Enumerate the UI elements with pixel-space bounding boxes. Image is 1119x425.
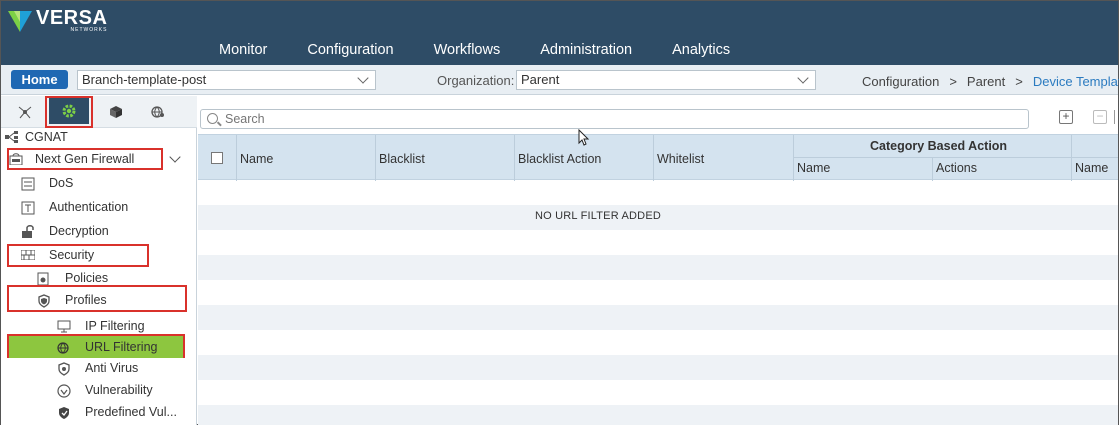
highlight-security xyxy=(7,244,149,267)
column-group-category-based-action: Category Based Action xyxy=(870,139,1008,153)
shield-icon xyxy=(57,406,71,419)
organization-label: Organization: xyxy=(437,73,515,88)
sidebar-item-label: Anti Virus xyxy=(85,361,139,375)
add-button[interactable]: + xyxy=(1059,110,1073,124)
table-row xyxy=(198,305,1118,330)
chevron-down-icon xyxy=(357,72,369,84)
sidebar-item-label: Vulnerability xyxy=(85,383,153,397)
table-row xyxy=(198,180,1118,205)
chevron-down-icon xyxy=(797,72,809,84)
highlight-profiles xyxy=(7,285,187,312)
home-button[interactable]: Home xyxy=(11,70,68,89)
dos-icon xyxy=(21,177,35,191)
cube-icon[interactable] xyxy=(104,100,128,124)
sidebar: CGNAT Next Gen Firewall DoS Authenticati… xyxy=(1,96,241,425)
column-header-blacklist[interactable]: Blacklist xyxy=(379,152,425,166)
sidebar-item-label: Policies xyxy=(65,271,109,285)
template-select[interactable]: Branch-template-post xyxy=(77,70,376,90)
toolbar-divider xyxy=(1114,110,1115,124)
sidebar-item-label: IP Filtering xyxy=(85,319,145,333)
target-icon xyxy=(57,384,71,398)
main-panel: + − Name Blacklist Blacklist Action Whit… xyxy=(198,96,1118,425)
context-bar: Home Branch-template-post Organization: … xyxy=(1,65,1119,95)
breadcrumb-device-templates[interactable]: Device Templat xyxy=(1033,74,1119,89)
nav-administration[interactable]: Administration xyxy=(520,42,652,58)
select-all-checkbox[interactable] xyxy=(211,152,223,164)
nav-monitor[interactable]: Monitor xyxy=(199,42,287,58)
table-row xyxy=(198,280,1118,305)
sidebar-item-label: DoS xyxy=(49,176,74,190)
sidebar-item-label: Authentication xyxy=(49,200,129,214)
top-header: VERSA NETWORKS Monitor Configuration Wor… xyxy=(1,1,1118,65)
auth-icon xyxy=(21,201,35,215)
globe-icon xyxy=(57,341,71,354)
organization-select-value: Parent xyxy=(521,72,560,87)
versa-logo-mark xyxy=(7,8,33,34)
breadcrumb-configuration[interactable]: Configuration xyxy=(862,74,939,89)
empty-table-message: NO URL FILTER ADDED xyxy=(534,210,662,222)
logo-text: VERSA xyxy=(36,7,108,29)
sidebar-item-cgnat[interactable]: CGNAT xyxy=(5,126,195,148)
nav-workflows[interactable]: Workflows xyxy=(414,42,521,58)
sidebar-item-label: URL Filtering xyxy=(85,340,158,354)
main-nav: Monitor Configuration Workflows Administ… xyxy=(199,42,750,58)
network-icon[interactable] xyxy=(13,100,37,124)
column-header-blacklist-action[interactable]: Blacklist Action xyxy=(518,152,601,166)
nav-configuration[interactable]: Configuration xyxy=(287,42,413,58)
column-header-category-name[interactable]: Name xyxy=(797,161,830,175)
table-row xyxy=(198,255,1118,280)
table-row xyxy=(198,230,1118,255)
highlight-next-gen-firewall xyxy=(7,148,163,170)
sidebar-item-label: CGNAT xyxy=(25,130,68,144)
template-select-value: Branch-template-post xyxy=(82,72,207,87)
table-header: Name Blacklist Blacklist Action Whitelis… xyxy=(198,134,1118,181)
breadcrumb: Configuration > Parent > Device Templat xyxy=(862,74,1119,89)
unlock-icon xyxy=(21,225,35,238)
search-box[interactable] xyxy=(200,109,1029,129)
table-row xyxy=(198,330,1118,355)
sidebar-tabs xyxy=(1,96,197,128)
table-row xyxy=(198,355,1118,380)
versa-logo: VERSA NETWORKS xyxy=(7,8,107,34)
sidebar-item-authentication[interactable]: Authentication xyxy=(21,196,213,218)
search-input[interactable] xyxy=(225,111,1015,127)
sidebar-item-decryption[interactable]: Decryption xyxy=(21,220,213,242)
organization-select[interactable]: Parent xyxy=(516,70,816,90)
network-icon xyxy=(5,131,19,143)
sidebar-item-label: Decryption xyxy=(49,224,109,238)
globe-icon[interactable] xyxy=(146,100,170,124)
monitor-icon xyxy=(57,320,71,333)
sidebar-item-url-filtering[interactable]: URL Filtering xyxy=(9,336,183,358)
shield-icon xyxy=(57,362,71,376)
remove-button[interactable]: − xyxy=(1093,110,1107,124)
column-header-whitelist[interactable]: Whitelist xyxy=(657,152,704,166)
breadcrumb-parent[interactable]: Parent xyxy=(967,74,1005,89)
table-row xyxy=(198,380,1118,405)
policy-icon xyxy=(37,272,51,286)
sidebar-item-label: Predefined Vul... xyxy=(85,405,177,419)
column-header-category-actions[interactable]: Actions xyxy=(936,161,977,175)
nav-analytics[interactable]: Analytics xyxy=(652,42,750,58)
search-icon xyxy=(207,113,218,124)
column-header-name[interactable]: Name xyxy=(240,152,273,166)
sidebar-item-dos[interactable]: DoS xyxy=(21,172,213,194)
highlight-gear-tab xyxy=(45,96,93,128)
column-header-extra-name[interactable]: Name xyxy=(1075,161,1108,175)
chevron-down-icon xyxy=(169,151,181,163)
table-row xyxy=(198,405,1118,425)
